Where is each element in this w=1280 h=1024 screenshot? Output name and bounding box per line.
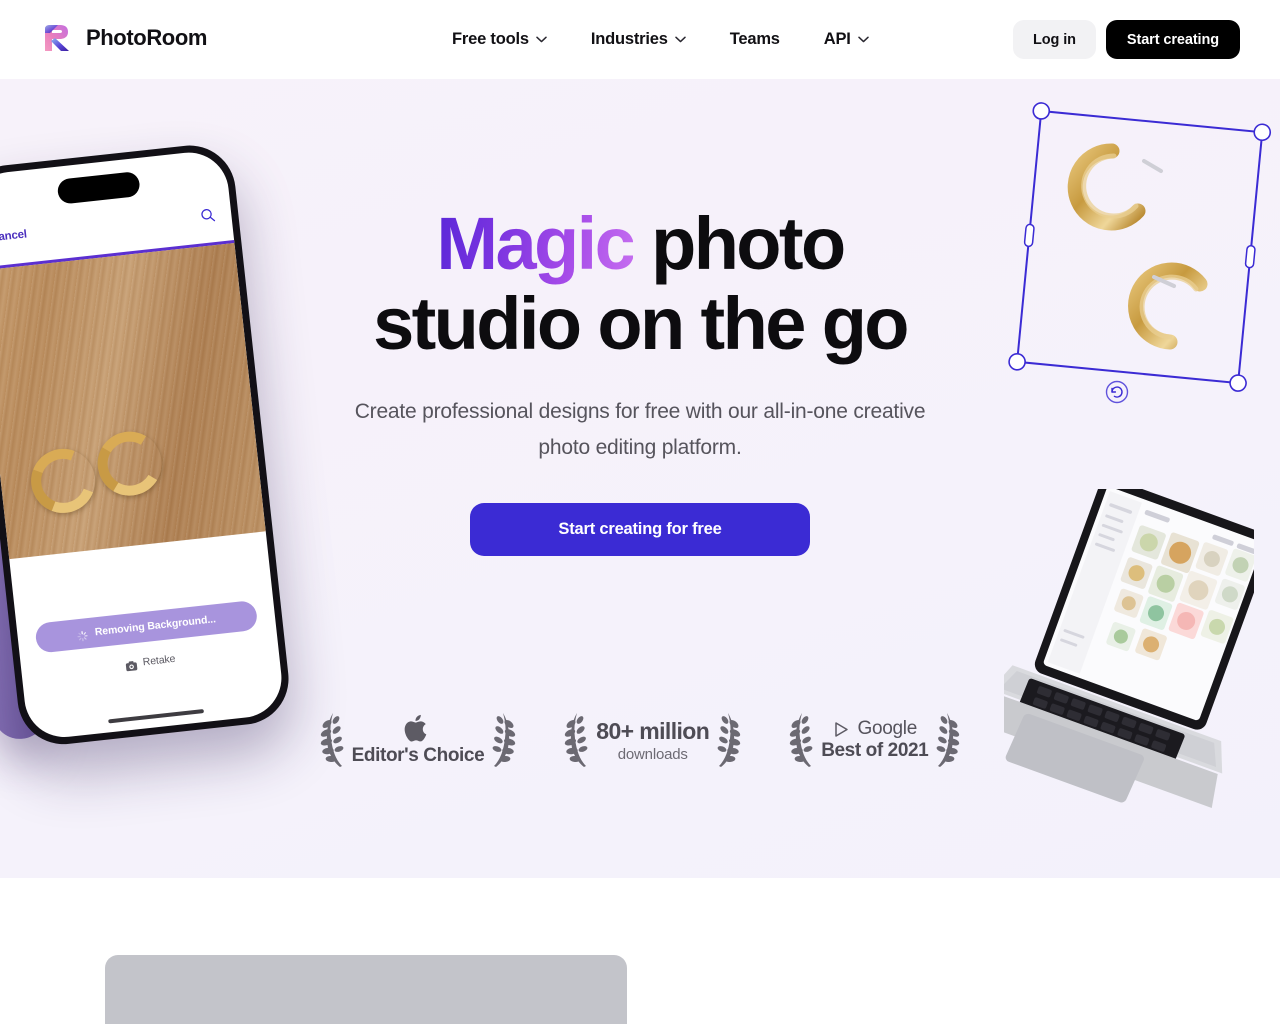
headline-rest: photo [633, 202, 846, 285]
laptop-mockup [1004, 489, 1254, 839]
page-title: Magic photo studio on the go [280, 204, 1000, 364]
nav-label: Free tools [452, 30, 529, 48]
laurel-right-icon [934, 711, 960, 769]
status-label: Removing Background... [94, 613, 217, 639]
nav-label: Industries [590, 30, 668, 48]
chevron-down-icon [536, 36, 547, 43]
phone-photo-preview [0, 243, 266, 560]
phone-frame: Cancel Removing Background... Retake [0, 140, 294, 749]
log-in-button[interactable]: Log in [1013, 20, 1096, 59]
hero-subheadline: Create professional designs for free wit… [354, 400, 926, 459]
award-title: Editor's Choice [351, 745, 485, 766]
award-subtitle: downloads [617, 745, 688, 763]
award-body: Google Best of 2021 [821, 718, 929, 762]
header-actions: Log in Start creating [1013, 20, 1240, 59]
nav-item-teams[interactable]: Teams [708, 0, 802, 79]
search-icon[interactable] [199, 206, 216, 223]
brand-logo[interactable]: PhotoRoom [36, 18, 207, 58]
apple-logo-icon [404, 713, 431, 744]
edge-handle [1023, 223, 1256, 269]
headline-line2: studio on the go [373, 282, 909, 365]
main-nav: Free tools Industries Teams API [430, 0, 891, 79]
start-creating-for-free-button[interactable]: Start creating for free [470, 503, 810, 556]
laurel-right-icon [490, 711, 516, 769]
laurel-left-icon [320, 711, 346, 769]
page-root: PhotoRoom Free tools Industries Teams AP… [0, 0, 1280, 1024]
nav-item-free-tools[interactable]: Free tools [430, 0, 569, 79]
award-body: Editor's Choice [352, 713, 485, 767]
google-play-row: Google [821, 718, 928, 740]
selection-box [1008, 102, 1272, 392]
award-body: 80+ million downloads [596, 717, 710, 763]
laurel-right-icon [715, 711, 741, 769]
laurel-left-icon [789, 711, 815, 769]
removing-background-status: Removing Background... [34, 599, 259, 654]
apple-award: Editor's Choice [352, 713, 485, 767]
earring-cutout-bottom [1128, 262, 1208, 350]
start-creating-button[interactable]: Start creating [1105, 20, 1240, 59]
nav-item-industries[interactable]: Industries [569, 0, 708, 79]
camera-icon [124, 658, 137, 671]
earring-object [90, 424, 169, 503]
nav-label: API [823, 30, 851, 48]
headline-accent: Magic [436, 202, 635, 285]
rotate-icon [1105, 380, 1129, 404]
award-editors-choice: Editor's Choice [320, 711, 517, 769]
chevron-down-icon [857, 36, 869, 43]
dynamic-island [56, 170, 141, 205]
awards-row: Editor's Choice 80+ million downloads Go… [0, 711, 1280, 769]
selection-art [1004, 99, 1274, 419]
award-google-best-of-2021: Google Best of 2021 [789, 711, 960, 769]
hero-section: Cancel Removing Background... Retake Mag… [0, 79, 1280, 878]
chevron-down-icon [674, 36, 686, 43]
site-header: PhotoRoom Free tools Industries Teams AP… [0, 0, 1280, 79]
earring-object [20, 438, 106, 524]
award-title: 80+ million [596, 717, 710, 744]
phone-screen: Cancel Removing Background... Retake [0, 148, 286, 742]
google-brand-label: Google [857, 718, 918, 739]
brand-name: PhotoRoom [86, 25, 208, 50]
resize-handle [1008, 102, 1272, 392]
retake-label: Retake [142, 652, 176, 669]
photoroom-r-logo-icon [36, 18, 76, 58]
earring-cutout-top [1067, 143, 1163, 231]
award-title: Best of 2021 [821, 740, 929, 761]
below-hero-section [0, 878, 1280, 1024]
award-downloads: 80+ million downloads [564, 711, 741, 769]
nav-label: Teams [729, 30, 780, 48]
laurel-left-icon [564, 711, 590, 769]
spinner-icon [76, 628, 88, 641]
nav-item-api[interactable]: API [802, 0, 891, 79]
phone-cancel-button[interactable]: Cancel [0, 228, 27, 244]
content-placeholder-card [105, 955, 627, 1024]
google-play-icon [833, 721, 850, 738]
